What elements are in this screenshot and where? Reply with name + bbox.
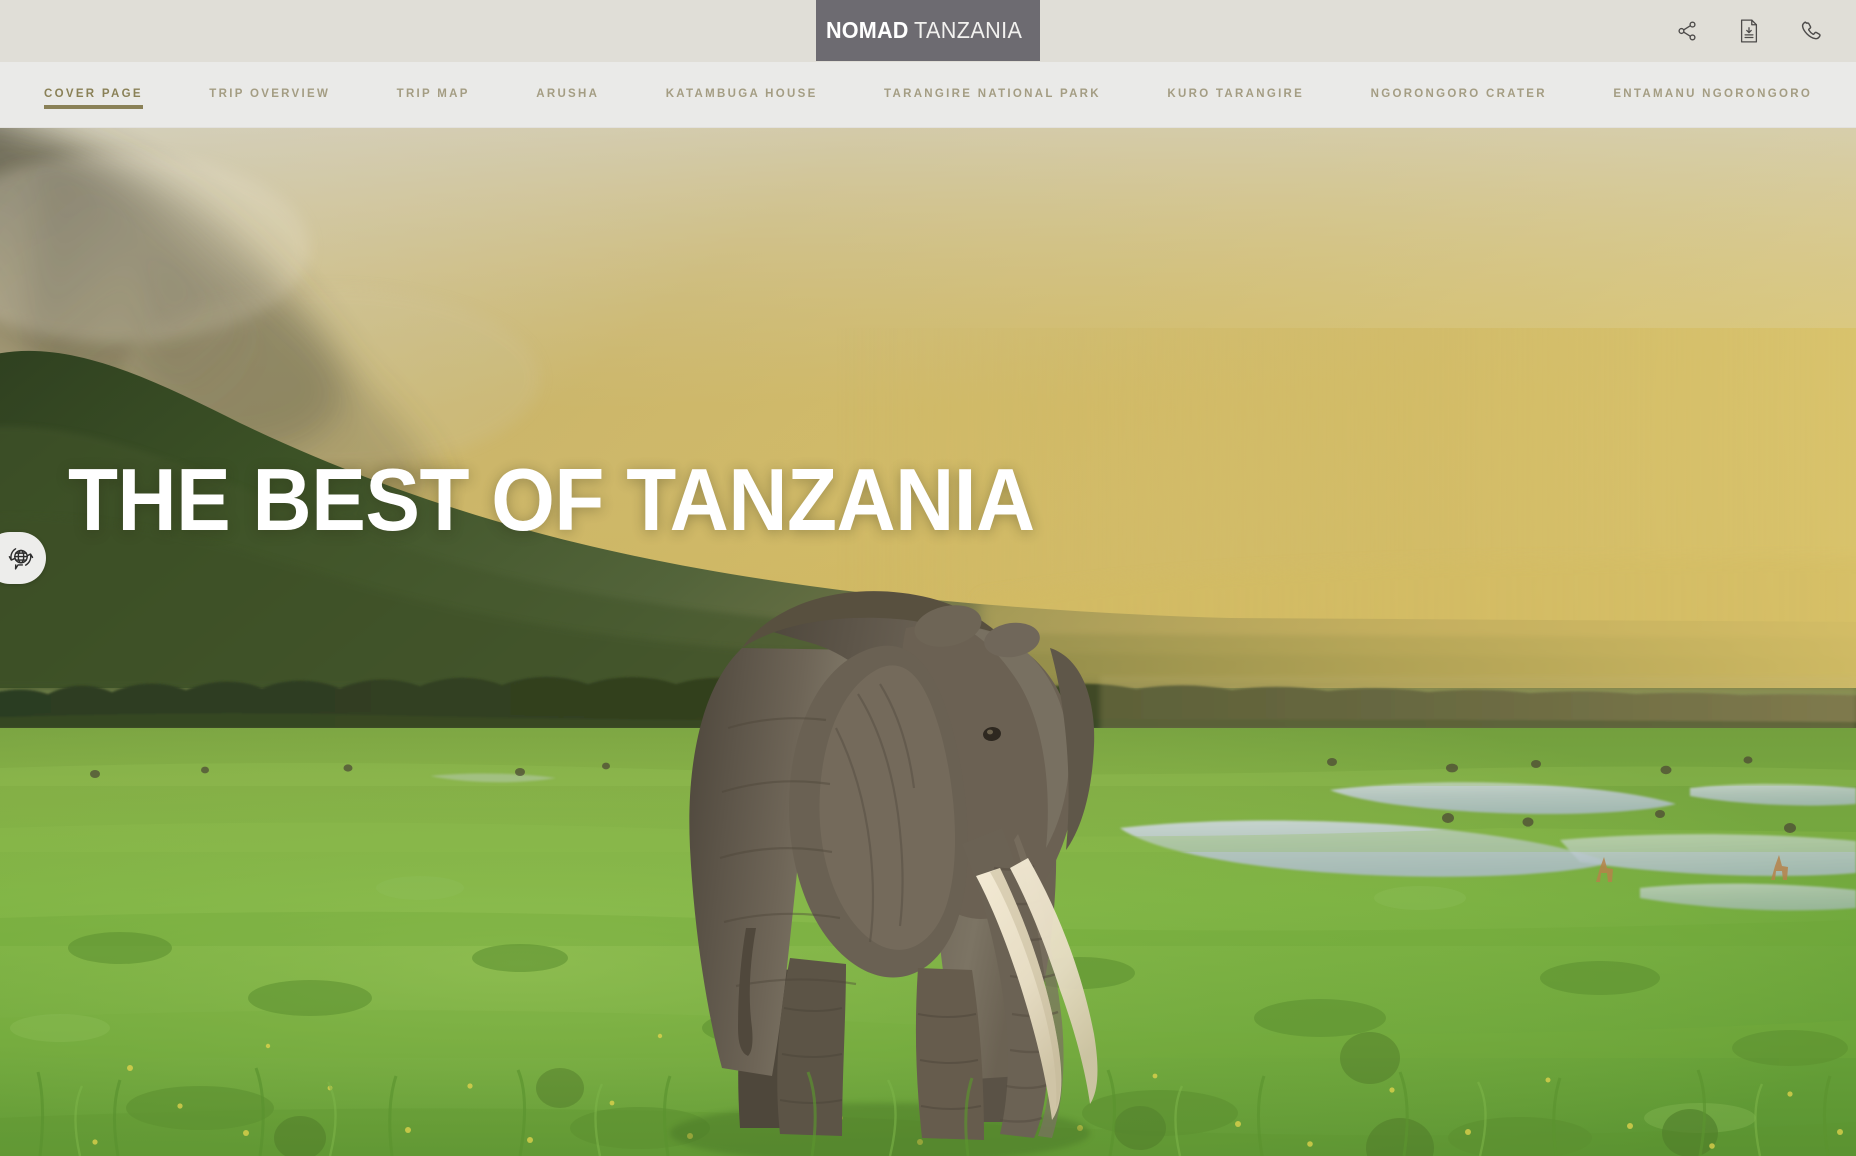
brand-logo-secondary: TANZANIA bbox=[914, 17, 1023, 43]
call-button[interactable] bbox=[1794, 14, 1828, 48]
nav-item-tarangire-national-park[interactable]: TARANGIRE NATIONAL PARK bbox=[884, 82, 1101, 108]
hero-section: THE BEST OF TANZANIA bbox=[0, 128, 1856, 1156]
globe-translate-icon bbox=[6, 543, 36, 573]
brand-logo[interactable]: NOMAD TANZANIA bbox=[816, 0, 1040, 61]
brand-logo-primary: NOMAD bbox=[826, 17, 910, 43]
nav-item-trip-overview[interactable]: TRIP OVERVIEW bbox=[209, 82, 330, 108]
download-pdf-button[interactable] bbox=[1732, 14, 1766, 48]
nav-item-katambuga-house[interactable]: KATAMBUGA HOUSE bbox=[666, 82, 818, 108]
phone-icon bbox=[1800, 20, 1823, 43]
nav-item-trip-map[interactable]: TRIP MAP bbox=[397, 82, 470, 108]
hero-title: THE BEST OF TANZANIA bbox=[68, 450, 1035, 549]
share-button[interactable] bbox=[1670, 14, 1704, 48]
nav-item-arusha[interactable]: ARUSHA bbox=[536, 82, 599, 108]
nav-item-cover-page[interactable]: COVER PAGE bbox=[44, 82, 143, 109]
nav-item-kuro-tarangire[interactable]: KURO TARANGIRE bbox=[1167, 82, 1304, 108]
hero-background-image bbox=[0, 128, 1856, 1156]
share-icon bbox=[1676, 20, 1698, 42]
pdf-download-icon bbox=[1738, 19, 1760, 43]
nav-item-ngorongoro-crater[interactable]: NGORONGORO CRATER bbox=[1371, 82, 1547, 108]
nav-item-entamanu-ngorongoro[interactable]: ENTAMANU NGORONGORO bbox=[1613, 82, 1812, 108]
nav-list: COVER PAGE TRIP OVERVIEW TRIP MAP ARUSHA… bbox=[0, 82, 1856, 109]
header-action-group bbox=[1670, 0, 1828, 62]
brand-logo-text: NOMAD TANZANIA bbox=[826, 19, 1029, 42]
top-header-bar: NOMAD TANZANIA bbox=[0, 0, 1856, 62]
section-navigation: COVER PAGE TRIP OVERVIEW TRIP MAP ARUSHA… bbox=[0, 62, 1856, 128]
